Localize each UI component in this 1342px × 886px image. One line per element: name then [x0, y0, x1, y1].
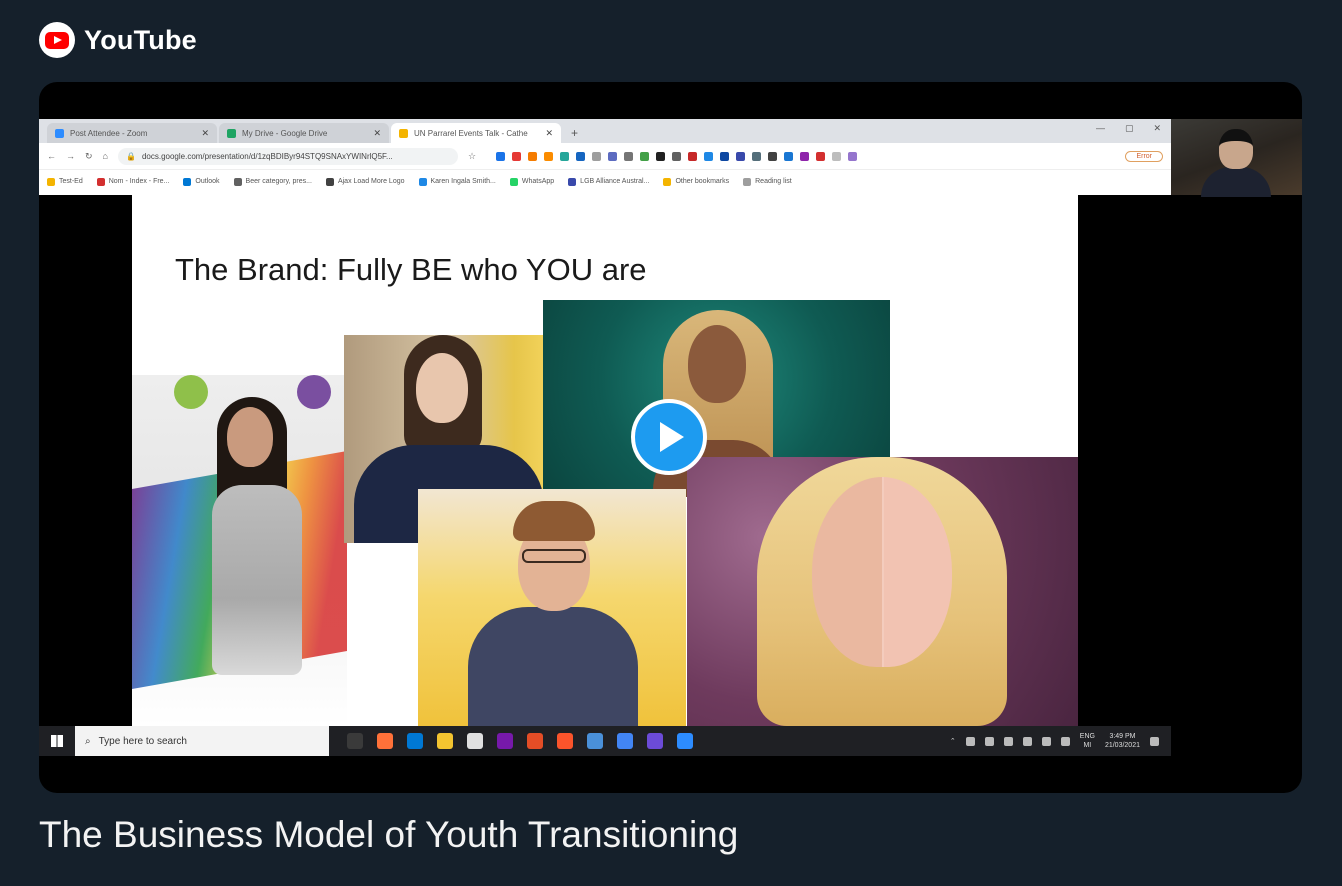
slide-photo: [132, 375, 347, 726]
taskbar-search-placeholder: Type here to search: [98, 735, 187, 747]
bookmark-item: Nom - Index - Fre...: [96, 177, 169, 186]
play-button[interactable]: [631, 399, 707, 475]
slide-title: The Brand: Fully BE who YOU are: [175, 252, 647, 287]
windows-taskbar: ⌕ Type here to search ⌃ ENG MI 3:49 PM 2…: [39, 726, 1171, 756]
new-tab-icon: +: [571, 126, 579, 140]
youtube-logo-icon: [39, 22, 75, 58]
reload-icon: ↻: [85, 150, 93, 161]
clock: 3:49 PM 21/03/2021: [1104, 733, 1140, 749]
bookmark-item: Other bookmarks: [663, 177, 729, 186]
home-icon: ⌂: [102, 151, 108, 161]
webcam-thumbnail: [1171, 119, 1302, 197]
slide-photo: [418, 489, 686, 726]
star-icon: ☆: [467, 150, 477, 161]
extension-icons: [496, 151, 858, 161]
video-title[interactable]: The Business Model of Youth Transitionin…: [39, 814, 738, 856]
presentation-slide: The Brand: Fully BE who YOU are: [132, 195, 1078, 726]
search-icon: ⌕: [85, 735, 91, 747]
chevron-up-icon: ⌃: [949, 738, 956, 745]
browser-tab: Post Attendee - Zoom ✕: [47, 123, 217, 143]
bookmarks-bar: Test-Ed Nom - Index - Fre... Outlook Bee…: [39, 169, 1171, 193]
video-player[interactable]: Post Attendee - Zoom ✕ My Drive - Google…: [39, 82, 1302, 793]
bookmark-item: Beer category, pres...: [233, 177, 312, 186]
browser-tab: My Drive - Google Drive ✕: [219, 123, 389, 143]
notification-icon: [1150, 736, 1159, 746]
url-text: docs.google.com/presentation/d/1zqBDIByr…: [141, 151, 393, 161]
drive-favicon-icon: [227, 128, 236, 138]
bookmark-item: Test-Ed: [47, 177, 83, 186]
slide-photo: [687, 457, 1078, 726]
zoom-favicon-icon: [55, 128, 64, 138]
lock-icon: 🔒: [125, 151, 136, 161]
omnibox: 🔒 docs.google.com/presentation/d/1zqBDIB…: [117, 147, 458, 165]
bookmark-item: LGB Alliance Austral...: [568, 177, 649, 186]
bookmark-item: Karen Ingala Smith...: [418, 177, 496, 186]
tab-label: UN Parrarel Events Talk - Cathe: [414, 128, 528, 138]
windows-start-icon: [39, 726, 75, 756]
browser-window: Post Attendee - Zoom ✕ My Drive - Google…: [39, 119, 1171, 195]
window-controls: — ▢ ✕: [1095, 123, 1161, 133]
taskbar-app-icons: [347, 733, 693, 749]
brand-name: YouTube: [84, 24, 197, 55]
back-icon: ←: [47, 151, 56, 161]
taskbar-search: ⌕ Type here to search: [75, 726, 329, 756]
profile-error-badge: Error: [1125, 150, 1163, 162]
bookmark-item: Ajax Load More Logo: [325, 177, 405, 186]
browser-tab-strip: Post Attendee - Zoom ✕ My Drive - Google…: [39, 119, 1171, 143]
language-indicator: ENG MI: [1079, 733, 1095, 749]
system-tray: ⌃ ENG MI 3:49 PM 21/03/2021: [950, 732, 1171, 750]
source-brand[interactable]: YouTube: [39, 22, 197, 58]
slides-favicon-icon: [399, 128, 408, 138]
tab-label: My Drive - Google Drive: [242, 128, 328, 138]
close-icon: ✕: [545, 127, 553, 138]
browser-tab-active: UN Parrarel Events Talk - Cathe ✕: [391, 123, 561, 143]
close-icon: ✕: [373, 127, 381, 138]
address-bar-row: ← → ↻ ⌂ 🔒 docs.google.com/presentation/d…: [39, 143, 1171, 169]
close-icon: ✕: [201, 127, 209, 138]
bookmark-item: Reading list: [743, 177, 792, 186]
tab-label: Post Attendee - Zoom: [70, 128, 148, 138]
bookmark-item: Outlook: [183, 177, 220, 186]
bookmark-item: WhatsApp: [509, 177, 554, 186]
forward-icon: →: [66, 151, 75, 161]
